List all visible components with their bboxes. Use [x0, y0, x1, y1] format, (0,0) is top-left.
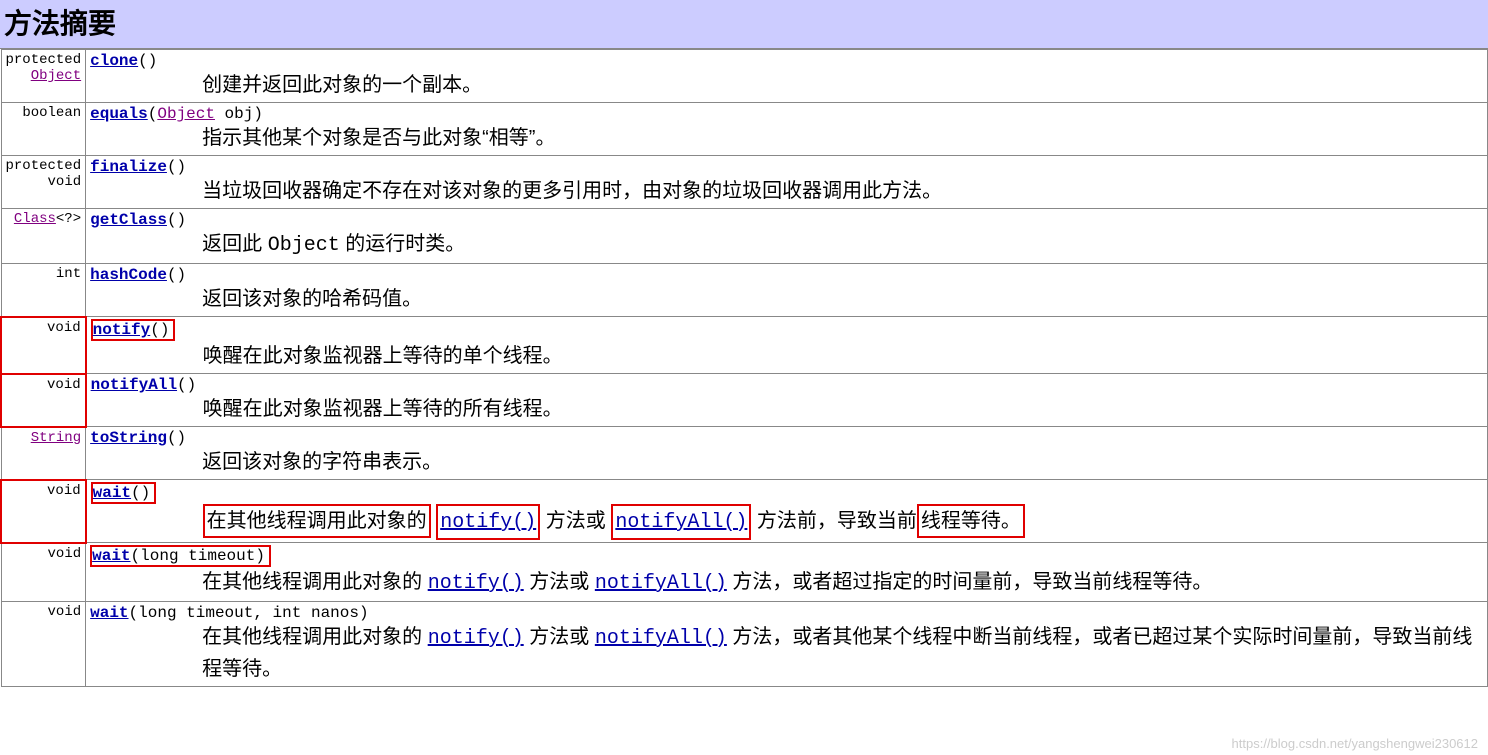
return-type: void — [1, 602, 86, 687]
link[interactable]: notifyAll() — [615, 511, 747, 534]
link[interactable]: notify — [93, 321, 151, 339]
table-row: inthashCode()返回该对象的哈希码值。 — [1, 264, 1488, 317]
method-description: 返回此 Object 的运行时类。 — [90, 229, 1483, 261]
table-row: String toString()返回该对象的字符串表示。 — [1, 427, 1488, 480]
method-cell: wait(long timeout, int nanos)在其他线程调用此对象的… — [86, 602, 1488, 687]
table-row: Class<?>getClass()返回此 Object 的运行时类。 — [1, 209, 1488, 264]
method-signature[interactable]: wait() — [91, 484, 157, 502]
table-row: voidwait(long timeout) 在其他线程调用此对象的 notify… — [1, 543, 1488, 602]
link[interactable]: getClass — [90, 211, 167, 229]
table-row: booleanequals(Object obj)指示其他某个对象是否与此对象“… — [1, 103, 1488, 156]
link[interactable]: hashCode — [90, 266, 167, 284]
method-cell: wait(long timeout) 在其他线程调用此对象的 notify() 方… — [86, 543, 1488, 602]
link[interactable]: wait — [93, 484, 131, 502]
link[interactable]: wait — [92, 547, 130, 565]
return-type: void — [1, 374, 86, 427]
method-cell: equals(Object obj)指示其他某个对象是否与此对象“相等”。 — [86, 103, 1488, 156]
link[interactable]: Class — [14, 211, 56, 227]
return-type: protected void — [1, 156, 86, 209]
return-type: Class<?> — [1, 209, 86, 264]
link[interactable]: Object — [31, 68, 81, 84]
method-signature[interactable]: notifyAll() — [91, 376, 197, 394]
method-summary-table: protected Objectclone()创建并返回此对象的一个副本。boo… — [0, 49, 1488, 687]
link[interactable]: notifyAll() — [595, 572, 727, 595]
method-signature[interactable]: hashCode() — [90, 266, 186, 284]
link[interactable]: Object — [157, 105, 215, 123]
link[interactable]: notify() — [428, 627, 524, 650]
method-cell: clone()创建并返回此对象的一个副本。 — [86, 50, 1488, 103]
method-description: 在其他线程调用此对象的 notify() 方法或 notifyAll() 方法，… — [90, 567, 1483, 599]
method-cell: hashCode()返回该对象的哈希码值。 — [86, 264, 1488, 317]
link[interactable]: notify() — [440, 511, 536, 534]
return-type: void — [1, 480, 86, 543]
return-type: int — [1, 264, 86, 317]
method-description: 指示其他某个对象是否与此对象“相等”。 — [90, 123, 1483, 153]
link[interactable]: String — [31, 430, 81, 446]
return-type: boolean — [1, 103, 86, 156]
method-signature[interactable]: getClass() — [90, 211, 186, 229]
watermark: https://blog.csdn.net/yangshengwei230612 — [1232, 736, 1478, 751]
link[interactable]: finalize — [90, 158, 167, 176]
section-title: 方法摘要 — [0, 0, 1488, 49]
method-description: 返回该对象的哈希码值。 — [90, 284, 1483, 314]
table-row: voidnotifyAll()唤醒在此对象监视器上等待的所有线程。 — [1, 374, 1488, 427]
return-type: void — [1, 543, 86, 602]
table-row: protected Objectclone()创建并返回此对象的一个副本。 — [1, 50, 1488, 103]
method-cell: wait() 在其他线程调用此对象的 notify() 方法或 notifyAll… — [86, 480, 1488, 543]
method-description: 唤醒在此对象监视器上等待的单个线程。 — [91, 341, 1483, 371]
method-cell: notifyAll()唤醒在此对象监视器上等待的所有线程。 — [86, 374, 1488, 427]
table-row: void notify() 唤醒在此对象监视器上等待的单个线程。 — [1, 317, 1488, 374]
method-signature[interactable]: wait(long timeout) — [90, 547, 271, 565]
method-description: 在其他线程调用此对象的 notify() 方法或 notifyAll() 方法前… — [91, 504, 1483, 540]
method-cell: notify() 唤醒在此对象监视器上等待的单个线程。 — [86, 317, 1488, 374]
method-signature[interactable]: notify() — [91, 321, 176, 339]
link[interactable]: equals — [90, 105, 148, 123]
method-signature[interactable]: wait(long timeout, int nanos) — [90, 604, 368, 622]
method-signature[interactable]: toString() — [90, 429, 186, 447]
method-cell: finalize()当垃圾回收器确定不存在对该对象的更多引用时，由对象的垃圾回收… — [86, 156, 1488, 209]
table-row: protected voidfinalize()当垃圾回收器确定不存在对该对象的… — [1, 156, 1488, 209]
method-description: 返回该对象的字符串表示。 — [90, 447, 1483, 477]
table-row: voidwait(long timeout, int nanos)在其他线程调用… — [1, 602, 1488, 687]
return-type: String — [1, 427, 86, 480]
method-description: 当垃圾回收器确定不存在对该对象的更多引用时，由对象的垃圾回收器调用此方法。 — [90, 176, 1483, 206]
link[interactable]: notifyAll — [91, 376, 177, 394]
method-description: 创建并返回此对象的一个副本。 — [90, 70, 1483, 100]
return-type: void — [1, 317, 86, 374]
link[interactable]: wait — [90, 604, 128, 622]
link[interactable]: toString — [90, 429, 167, 447]
method-description: 在其他线程调用此对象的 notify() 方法或 notifyAll() 方法，… — [90, 622, 1483, 684]
link[interactable]: clone — [90, 52, 138, 70]
method-description: 唤醒在此对象监视器上等待的所有线程。 — [91, 394, 1483, 424]
table-row: void wait() 在其他线程调用此对象的 notify() 方法或 notif… — [1, 480, 1488, 543]
method-cell: toString()返回该对象的字符串表示。 — [86, 427, 1488, 480]
link[interactable]: notify() — [428, 572, 524, 595]
method-signature[interactable]: clone() — [90, 52, 157, 70]
method-signature[interactable]: equals(Object obj) — [90, 105, 263, 123]
link[interactable]: notifyAll() — [595, 627, 727, 650]
method-cell: getClass()返回此 Object 的运行时类。 — [86, 209, 1488, 264]
method-signature[interactable]: finalize() — [90, 158, 186, 176]
return-type: protected Object — [1, 50, 86, 103]
